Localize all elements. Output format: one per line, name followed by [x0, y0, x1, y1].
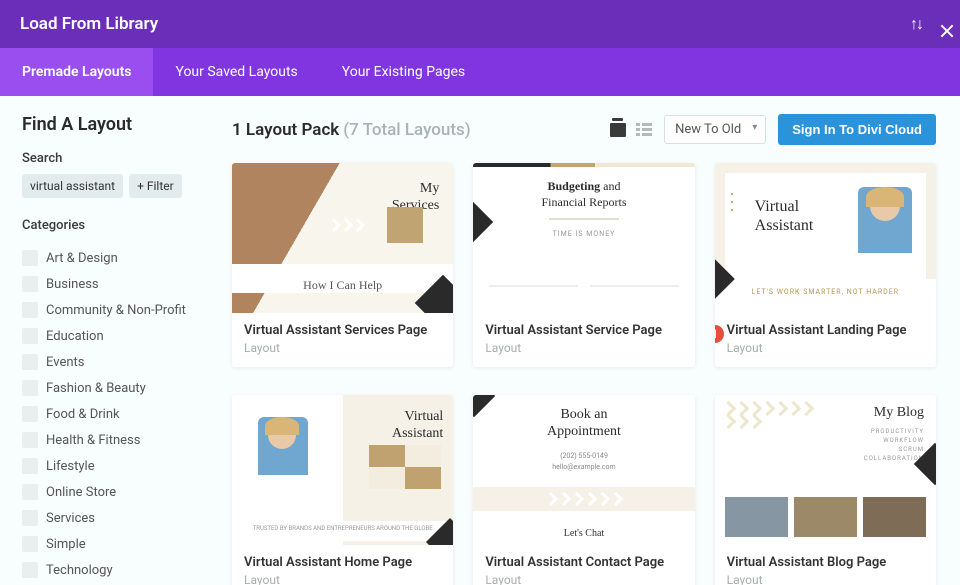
- categories-label: Categories: [22, 218, 188, 233]
- checkbox-icon: [22, 380, 38, 396]
- checkbox-icon: [22, 562, 38, 578]
- header-actions: ↑↓: [910, 14, 940, 34]
- card-type: Layout: [244, 341, 441, 355]
- sign-in-button[interactable]: Sign In To Divi Cloud: [778, 114, 936, 145]
- search-label: Search: [22, 151, 188, 166]
- tab-your-existing-pages[interactable]: Your Existing Pages: [320, 48, 487, 96]
- tab-premade-layouts[interactable]: Premade Layouts: [0, 48, 153, 96]
- category-item[interactable]: Education: [22, 323, 188, 349]
- category-label: Events: [46, 355, 84, 370]
- card-body: Virtual Assistant Services Page Layout: [232, 313, 453, 367]
- checkbox-icon: [22, 328, 38, 344]
- card-thumbnail: Book anAppointment(202) 555-0149hello@ex…: [473, 395, 694, 545]
- content: 1 Layout Pack (7 Total Layouts) New To O…: [208, 96, 960, 585]
- grid-view-icon[interactable]: [610, 123, 626, 137]
- sort-toggle-icon[interactable]: ↑↓: [910, 14, 922, 34]
- checkbox-icon: [22, 276, 38, 292]
- card-title: Virtual Assistant Service Page: [485, 323, 682, 338]
- sidebar: Find A Layout Search virtual assistant +…: [0, 96, 208, 585]
- checkbox-icon: [22, 536, 38, 552]
- modal-header: Load From Library ↑↓: [0, 0, 960, 48]
- content-header: 1 Layout Pack (7 Total Layouts) New To O…: [232, 114, 936, 145]
- category-item[interactable]: Business: [22, 271, 188, 297]
- card-thumbnail: My BlogPRODUCTIVITYWORKFLOWSCRUMCOLLABOR…: [715, 395, 936, 545]
- card-body: Virtual Assistant Service Page Layout: [473, 313, 694, 367]
- layout-card[interactable]: 1VirtualAssistantLET'S WORK SMARTER, NOT…: [715, 163, 936, 367]
- card-thumbnail: VirtualAssistantLET'S WORK SMARTER, NOT …: [715, 163, 936, 313]
- checkbox-icon: [22, 484, 38, 500]
- category-label: Lifestyle: [46, 459, 95, 474]
- category-label: Technology: [46, 563, 113, 578]
- modal-title: Load From Library: [20, 14, 158, 34]
- toolbar: New To Old Sign In To Divi Cloud: [610, 114, 936, 145]
- category-label: Online Store: [46, 485, 116, 500]
- card-thumbnail: VirtualAssistantTRUSTED BY BRANDS AND EN…: [232, 395, 453, 545]
- card-type: Layout: [244, 573, 441, 585]
- card-thumbnail: MyServicesHow I Can Help: [232, 163, 453, 313]
- card-body: Virtual Assistant Landing Page Layout: [715, 313, 936, 367]
- layout-card[interactable]: Book anAppointment(202) 555-0149hello@ex…: [473, 395, 694, 585]
- checkbox-icon: [22, 432, 38, 448]
- pack-count-wrap: 1 Layout Pack (7 Total Layouts): [232, 120, 471, 140]
- card-title: Virtual Assistant Landing Page: [727, 323, 924, 338]
- category-list: Art & Design Business Community & Non-Prof…: [22, 245, 188, 583]
- layout-card[interactable]: VirtualAssistantTRUSTED BY BRANDS AND EN…: [232, 395, 453, 585]
- category-item[interactable]: Online Store: [22, 479, 188, 505]
- category-label: Art & Design: [46, 251, 118, 266]
- checkbox-icon: [22, 250, 38, 266]
- checkbox-icon: [22, 302, 38, 318]
- category-item[interactable]: Events: [22, 349, 188, 375]
- category-item[interactable]: Technology: [22, 557, 188, 583]
- search-row: virtual assistant + Filter: [22, 174, 188, 198]
- category-item[interactable]: Health & Fitness: [22, 427, 188, 453]
- layout-card[interactable]: My BlogPRODUCTIVITYWORKFLOWSCRUMCOLLABOR…: [715, 395, 936, 585]
- category-label: Health & Fitness: [46, 433, 140, 448]
- layout-card[interactable]: MyServicesHow I Can HelpVirtual Assistan…: [232, 163, 453, 367]
- checkbox-icon: [22, 354, 38, 370]
- category-label: Community & Non-Profit: [46, 303, 186, 318]
- category-item[interactable]: Community & Non-Profit: [22, 297, 188, 323]
- category-label: Simple: [46, 537, 86, 552]
- checkbox-icon: [22, 510, 38, 526]
- category-label: Education: [46, 329, 104, 344]
- category-item[interactable]: Fashion & Beauty: [22, 375, 188, 401]
- sidebar-heading: Find A Layout: [22, 114, 188, 135]
- category-item[interactable]: Services: [22, 505, 188, 531]
- card-title: Virtual Assistant Services Page: [244, 323, 441, 338]
- card-body: Virtual Assistant Blog Page Layout: [715, 545, 936, 585]
- category-item[interactable]: Lifestyle: [22, 453, 188, 479]
- checkbox-icon: [22, 458, 38, 474]
- category-item[interactable]: Simple: [22, 531, 188, 557]
- category-label: Fashion & Beauty: [46, 381, 146, 396]
- pack-sub: (7 Total Layouts): [343, 120, 471, 140]
- card-title: Virtual Assistant Home Page: [244, 555, 441, 570]
- view-icons: [610, 123, 652, 137]
- pack-count: 1 Layout Pack: [232, 120, 339, 140]
- tab-your-saved-layouts[interactable]: Your Saved Layouts: [153, 48, 319, 96]
- card-title: Virtual Assistant Contact Page: [485, 555, 682, 570]
- category-item[interactable]: Art & Design: [22, 245, 188, 271]
- category-label: Food & Drink: [46, 407, 120, 422]
- layout-card[interactable]: Budgeting andFinancial ReportsTIME IS MO…: [473, 163, 694, 367]
- layout-grid: MyServicesHow I Can HelpVirtual Assistan…: [232, 163, 936, 585]
- card-thumbnail: Budgeting andFinancial ReportsTIME IS MO…: [473, 163, 694, 313]
- tab-bar: Premade Layouts Your Saved Layouts Your …: [0, 48, 960, 96]
- list-view-icon[interactable]: [636, 123, 652, 137]
- card-body: Virtual Assistant Home Page Layout: [232, 545, 453, 585]
- category-label: Business: [46, 277, 99, 292]
- card-type: Layout: [727, 341, 924, 355]
- sort-select[interactable]: New To Old: [664, 115, 766, 144]
- card-body: Virtual Assistant Contact Page Layout: [473, 545, 694, 585]
- search-chip[interactable]: virtual assistant: [22, 174, 123, 198]
- card-type: Layout: [485, 341, 682, 355]
- main: Find A Layout Search virtual assistant +…: [0, 96, 960, 585]
- card-title: Virtual Assistant Blog Page: [727, 555, 924, 570]
- category-item[interactable]: Food & Drink: [22, 401, 188, 427]
- category-label: Services: [46, 511, 95, 526]
- filter-button[interactable]: + Filter: [129, 174, 182, 198]
- card-type: Layout: [485, 573, 682, 585]
- checkbox-icon: [22, 406, 38, 422]
- card-type: Layout: [727, 573, 924, 585]
